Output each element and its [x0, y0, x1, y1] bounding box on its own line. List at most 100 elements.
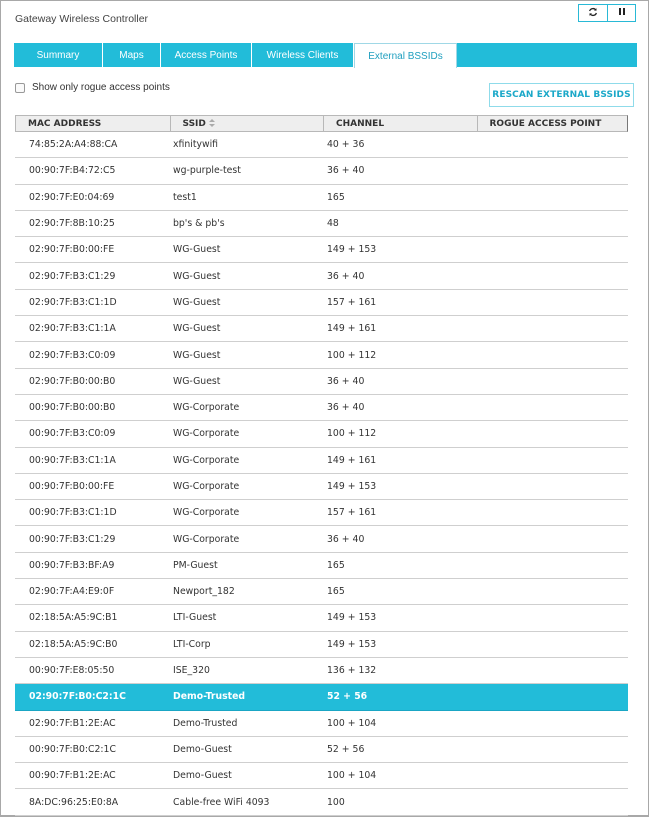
ssid-cell: Demo-Trusted — [173, 691, 246, 703]
mac-address-cell: 02:18:5A:A5:9C:B0 — [29, 638, 118, 650]
table-header: MAC ADDRESS SSID CHANNEL ROGUE ACCESS PO… — [15, 115, 628, 132]
refresh-button[interactable] — [579, 5, 607, 21]
channel-cell: 165 — [327, 191, 345, 203]
table-row[interactable]: 02:90:7F:B0:00:B0 WG-Guest 36 + 40 — [15, 369, 628, 395]
app-title: Gateway Wireless Controller — [15, 13, 149, 25]
table-row[interactable]: 8A:DC:96:25:E0:8A Cable-free WiFi 4093 100 — [15, 789, 628, 816]
channel-cell: 136 + 132 — [327, 665, 377, 677]
pause-button[interactable] — [607, 5, 635, 21]
table-row[interactable]: 00:90:7F:B0:C2:1C Demo-Guest 52 + 56 — [15, 737, 628, 764]
ssid-cell: PM-Guest — [173, 559, 218, 571]
refresh-icon — [588, 7, 598, 20]
tab-bar: Summary Maps Access Points Wireless Clie… — [14, 43, 637, 68]
tab-wireless-clients[interactable]: Wireless Clients — [252, 43, 354, 67]
column-header-ssid[interactable]: SSID — [171, 116, 324, 131]
table-row[interactable]: 02:90:7F:B3:C1:1A WG-Guest 149 + 161 — [15, 316, 628, 343]
table-row[interactable]: 00:90:7F:B0:00:B0 WG-Corporate 36 + 40 — [15, 395, 628, 422]
sort-icon[interactable] — [208, 118, 215, 129]
mac-address-cell: 02:90:7F:B3:C0:09 — [29, 349, 116, 361]
ssid-cell: Cable-free WiFi 4093 — [173, 796, 270, 808]
rogue-only-label[interactable]: Show only rogue access points — [32, 82, 170, 93]
table-row[interactable]: 02:90:7F:B1:2E:AC Demo-Trusted 100 + 104 — [15, 711, 628, 737]
channel-cell: 157 + 161 — [327, 507, 377, 519]
channel-cell: 149 + 161 — [327, 454, 377, 466]
table-row[interactable]: 00:90:7F:B3:C1:1A WG-Corporate 149 + 161 — [15, 448, 628, 474]
mac-address-cell: 00:90:7F:B0:00:B0 — [29, 402, 116, 414]
tab-summary[interactable]: Summary — [14, 43, 103, 67]
ssid-cell: WG-Corporate — [173, 507, 240, 519]
table-row[interactable]: 02:90:7F:8B:10:25 bp's & pb's 48 — [15, 211, 628, 238]
table-row[interactable]: 02:90:7F:A4:E9:0F Newport_182 165 — [15, 579, 628, 606]
ssid-cell: bp's & pb's — [173, 218, 225, 230]
mac-address-cell: 00:90:7F:B1:2E:AC — [29, 770, 116, 782]
ssid-cell: WG-Guest — [173, 375, 221, 387]
table-row[interactable]: 00:90:7F:B4:72:C5 wg-purple-test 36 + 40 — [15, 158, 628, 185]
mac-address-cell: 02:90:7F:B0:C2:1C — [29, 691, 126, 703]
ssid-cell: WG-Guest — [173, 323, 221, 335]
table-row[interactable]: 00:90:7F:B1:2E:AC Demo-Guest 100 + 104 — [15, 763, 628, 790]
ssid-cell: WG-Guest — [173, 349, 221, 361]
rogue-only-checkbox[interactable] — [15, 82, 25, 93]
tab-external-bssids[interactable]: External BSSIDs — [354, 43, 457, 68]
table-row[interactable]: 00:90:7F:B3:C1:29 WG-Corporate 36 + 40 — [15, 526, 628, 553]
table-row[interactable]: 00:90:7F:B3:C0:09 WG-Corporate 100 + 112 — [15, 421, 628, 448]
ssid-cell: WG-Corporate — [173, 533, 240, 545]
mac-address-cell: 02:90:7F:B3:C1:1D — [29, 296, 117, 308]
channel-cell: 100 — [327, 796, 345, 808]
ssid-cell: WG-Guest — [173, 244, 221, 256]
table-row[interactable]: 02:18:5A:A5:9C:B0 LTI-Corp 149 + 153 — [15, 632, 628, 658]
mac-address-cell: 02:90:7F:A4:E9:0F — [29, 586, 115, 598]
ssid-cell: WG-Guest — [173, 296, 221, 308]
channel-cell: 157 + 161 — [327, 296, 377, 308]
table-row[interactable]: 02:18:5A:A5:9C:B1 LTI-Guest 149 + 153 — [15, 605, 628, 632]
ssid-cell: wg-purple-test — [173, 165, 241, 177]
channel-cell: 36 + 40 — [327, 165, 365, 177]
channel-cell: 149 + 153 — [327, 481, 377, 492]
ssid-cell: test1 — [173, 191, 197, 203]
column-header-rogue-access-point[interactable]: ROGUE ACCESS POINT — [478, 116, 628, 131]
tab-maps[interactable]: Maps — [103, 43, 161, 67]
table-row[interactable]: 02:90:7F:B0:00:FE WG-Guest 149 + 153 — [15, 237, 628, 264]
table-row-selected[interactable]: 02:90:7F:B0:C2:1C Demo-Trusted 52 + 56 — [15, 684, 628, 711]
channel-cell: 48 — [327, 218, 339, 230]
mac-address-cell: 00:90:7F:B4:72:C5 — [29, 165, 116, 177]
table-row[interactable]: 74:85:2A:A4:88:CA xfinitywifi 40 + 36 — [15, 132, 628, 159]
table-row[interactable]: 02:90:7F:B3:C1:29 WG-Guest 36 + 40 — [15, 263, 628, 290]
channel-cell: 100 + 112 — [327, 428, 377, 440]
channel-cell: 52 + 56 — [327, 743, 365, 755]
table-row[interactable]: 02:90:7F:B3:C1:1D WG-Guest 157 + 161 — [15, 290, 628, 317]
ssid-cell: Demo-Guest — [173, 770, 232, 782]
external-bssids-table: MAC ADDRESS SSID CHANNEL ROGUE ACCESS PO… — [15, 115, 628, 816]
rescan-external-bssids-button[interactable]: RESCAN EXTERNAL BSSIDS — [489, 83, 634, 107]
table-row[interactable]: 02:90:7F:B3:C0:09 WG-Guest 100 + 112 — [15, 342, 628, 369]
mac-address-cell: 02:90:7F:E0:04:69 — [29, 191, 115, 203]
column-header-channel[interactable]: CHANNEL — [324, 116, 478, 131]
table-row[interactable]: 00:90:7F:B3:C1:1D WG-Corporate 157 + 161 — [15, 500, 628, 527]
channel-cell: 100 + 104 — [327, 770, 377, 782]
channel-cell: 165 — [327, 559, 345, 571]
channel-cell: 36 + 40 — [327, 533, 365, 545]
rogue-filter: Show only rogue access points — [15, 82, 170, 93]
channel-cell: 149 + 153 — [327, 244, 377, 256]
channel-cell: 149 + 153 — [327, 612, 377, 624]
mac-address-cell: 74:85:2A:A4:88:CA — [29, 139, 118, 151]
ssid-cell: Newport_182 — [173, 586, 235, 598]
table-row[interactable]: 02:90:7F:E0:04:69 test1 165 — [15, 185, 628, 211]
ssid-cell: LTI-Corp — [173, 638, 211, 650]
table-row[interactable]: 00:90:7F:B3:BF:A9 PM-Guest 165 — [15, 553, 628, 580]
ssid-cell: Demo-Trusted — [173, 717, 238, 729]
mac-address-cell: 02:90:7F:B0:00:B0 — [29, 375, 116, 387]
mac-address-cell: 00:90:7F:B3:C1:29 — [29, 533, 116, 545]
channel-cell: 40 + 36 — [327, 139, 365, 151]
mac-address-cell: 00:90:7F:B0:00:FE — [29, 481, 115, 492]
channel-cell: 149 + 161 — [327, 323, 377, 335]
tab-access-points[interactable]: Access Points — [161, 43, 252, 67]
channel-cell: 36 + 40 — [327, 375, 365, 387]
column-header-mac-address[interactable]: MAC ADDRESS — [16, 116, 171, 131]
table-row[interactable]: 00:90:7F:E8:05:50 ISE_320 136 + 132 — [15, 658, 628, 685]
channel-cell: 100 + 104 — [327, 717, 377, 729]
channel-cell: 165 — [327, 586, 345, 598]
table-row[interactable]: 00:90:7F:B0:00:FE WG-Corporate 149 + 153 — [15, 474, 628, 501]
ssid-cell: WG-Guest — [173, 270, 221, 282]
ssid-cell: WG-Corporate — [173, 481, 240, 492]
